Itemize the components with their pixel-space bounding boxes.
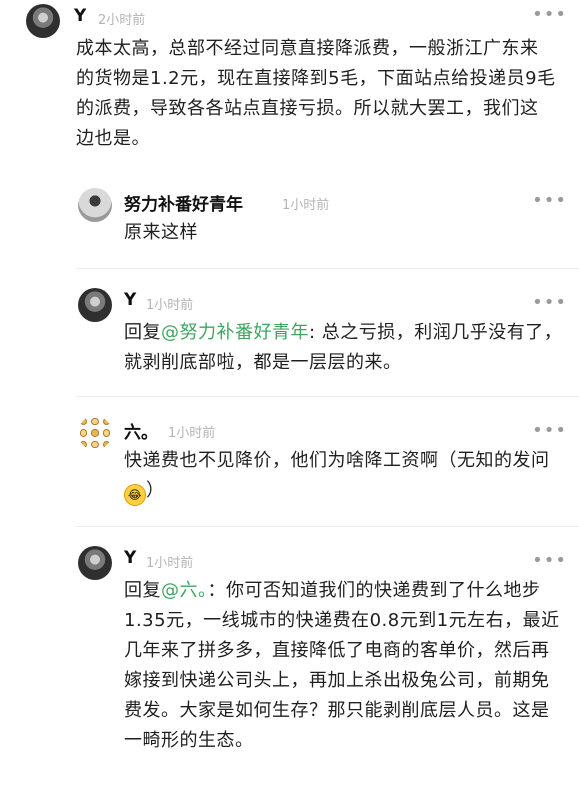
username[interactable]: Y: [124, 290, 136, 310]
divider: [76, 526, 579, 527]
avatar[interactable]: [78, 416, 112, 450]
comment-text: 成本太高，总部不经过同意直接降派费，一般浙江广东来的货物是1.2元，现在直接降到…: [76, 38, 556, 149]
more-options-icon[interactable]: •••: [532, 192, 567, 210]
mention-link[interactable]: @努力补番好青年: [161, 322, 309, 343]
timestamp: 1小时前: [146, 556, 194, 571]
timestamp: 1小时前: [282, 198, 330, 213]
comment-body: 快递费也不见降价，他们为啥降工资啊（无知的发问: [124, 450, 550, 471]
more-options-icon[interactable]: •••: [532, 294, 567, 312]
reply-body: ：你可否知道我们的快递费到了什么地步1.35元，一线城市的快递费在0.8元到1元…: [124, 580, 560, 751]
more-options-icon[interactable]: •••: [532, 6, 567, 24]
more-options-icon[interactable]: •••: [532, 552, 567, 570]
comment-body-end: ）: [146, 480, 165, 501]
username[interactable]: 努力补番好青年: [124, 190, 243, 215]
reply-prefix: 回复: [124, 580, 161, 601]
reply-prefix: 回复: [124, 322, 161, 343]
comment-text: 快递费也不见降价，他们为啥降工资啊（无知的发问 😂）: [124, 446, 564, 506]
timestamp: 2小时前: [98, 13, 146, 28]
username[interactable]: 六。: [124, 418, 158, 443]
comment-text: 原来这样: [124, 222, 198, 243]
avatar[interactable]: [78, 288, 112, 322]
comment-text: 回复@六。：你可否知道我们的快递费到了什么地步1.35元，一线城市的快递费在0.…: [124, 576, 560, 756]
avatar[interactable]: [78, 188, 112, 222]
timestamp: 1小时前: [168, 426, 216, 441]
avatar[interactable]: [78, 546, 112, 580]
laughing-emoji-icon: 😂: [124, 484, 146, 506]
username[interactable]: Y: [74, 6, 86, 26]
username[interactable]: Y: [124, 548, 136, 568]
avatar[interactable]: [26, 4, 60, 38]
mention-link[interactable]: @六。: [161, 580, 208, 601]
divider: [76, 268, 579, 269]
divider: [76, 396, 579, 397]
more-options-icon[interactable]: •••: [532, 422, 567, 440]
timestamp: 1小时前: [146, 298, 194, 313]
comment-text: 回复@努力补番好青年: 总之亏损，利润几乎没有了，就剥削底部啦，都是一层层的来。: [124, 318, 564, 378]
